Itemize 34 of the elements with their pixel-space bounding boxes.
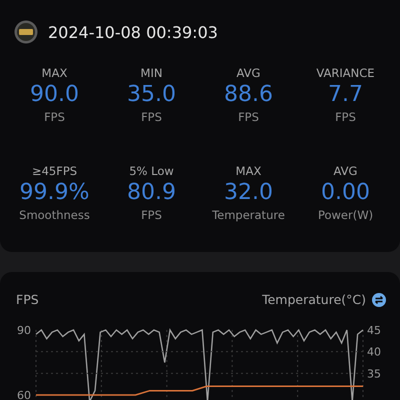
stat-label: VARIANCE (316, 66, 375, 80)
stat-unit: Smoothness (19, 208, 90, 222)
axis-tick-label: 45 (367, 324, 381, 337)
axis-tick-label: 90 (17, 324, 31, 337)
timestamp: 2024-10-08 00:39:03 (48, 22, 218, 42)
stat-value: 32.0 (224, 179, 273, 207)
stat-label: 5% Low (129, 164, 174, 178)
stat-value: 0.00 (321, 179, 370, 207)
stat-unit: FPS (44, 110, 65, 124)
stat-unit: FPS (238, 110, 259, 124)
stat-value: 99.9% (20, 179, 90, 207)
stat-label: MAX (236, 164, 262, 178)
stat-value: 7.7 (328, 81, 363, 109)
stat-value: 80.9 (127, 179, 176, 207)
stat-unit: FPS (141, 208, 162, 222)
stat-unit: FPS (141, 110, 162, 124)
chart-title: Temperature(°C) (262, 292, 366, 307)
stat-label: ≥45FPS (32, 164, 78, 178)
stat-label: MIN (140, 66, 162, 80)
axis-tick-label: 40 (367, 346, 381, 359)
stat-value: 90.0 (30, 81, 79, 109)
axis-tick-label: 35 (367, 367, 381, 380)
stat-label: AVG (236, 66, 260, 80)
stat-unit: Temperature (212, 208, 285, 222)
game-logo-icon (14, 20, 38, 44)
stat-value: 35.0 (127, 81, 176, 109)
switch-icon[interactable] (372, 292, 386, 306)
stat-unit: Power(W) (318, 208, 374, 222)
stat-unit: FPS (335, 110, 356, 124)
chart-title: FPS (16, 292, 39, 307)
axis-tick-label: 60 (17, 389, 31, 400)
stat-label: MAX (42, 66, 68, 80)
stat-value: 88.6 (224, 81, 273, 109)
stat-label: AVG (334, 164, 358, 178)
